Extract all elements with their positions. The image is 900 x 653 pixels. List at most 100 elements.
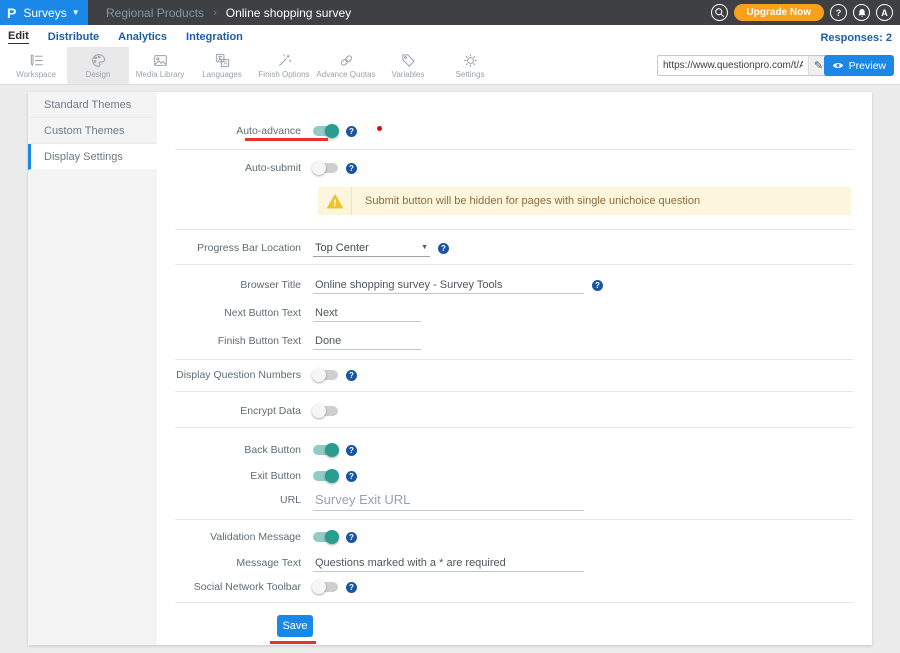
toolbar-item-media-library[interactable]: Media Library — [129, 47, 191, 84]
breadcrumb-parent[interactable]: Regional Products — [106, 6, 204, 20]
themes-sidebar: Standard Themes Custom Themes Display Se… — [28, 92, 157, 645]
help-button[interactable]: ? — [830, 4, 847, 21]
browser-title-help-icon[interactable]: ? — [592, 280, 603, 291]
toolbar-item-label: Advance Quotas — [316, 70, 375, 79]
encrypt-data-toggle[interactable] — [313, 406, 338, 416]
progress-bar-location-value: Top Center — [315, 242, 369, 254]
notifications-button[interactable] — [853, 4, 870, 21]
image-icon — [153, 53, 168, 68]
social-network-toolbar-help-icon[interactable]: ? — [346, 582, 357, 593]
exit-url-input[interactable] — [313, 489, 584, 511]
progress-bar-help-icon[interactable]: ? — [438, 243, 449, 254]
toolbar-item-label: Workspace — [16, 70, 56, 79]
message-text-label: Message Text — [175, 557, 301, 569]
exit-button-label: Exit Button — [175, 470, 301, 482]
eye-icon — [832, 61, 844, 70]
back-button-toggle[interactable] — [313, 445, 338, 455]
toolbar-item-settings[interactable]: Settings — [439, 47, 501, 84]
toolbar-item-advance-quotas[interactable]: Advance Quotas — [315, 47, 377, 84]
upgrade-now-button[interactable]: Upgrade Now — [734, 4, 824, 21]
browser-title-input[interactable] — [313, 276, 584, 294]
message-text-input[interactable] — [313, 554, 584, 572]
sidebar-item-standard-themes[interactable]: Standard Themes — [28, 92, 157, 118]
breadcrumb: Regional Products › Online shopping surv… — [88, 6, 711, 20]
exit-button-row: Exit Button ? — [175, 464, 854, 488]
social-network-toolbar-row: Social Network Toolbar ? — [175, 575, 854, 599]
toolbar-item-workspace[interactable]: Workspace — [5, 47, 67, 84]
warning-triangle-icon — [327, 194, 343, 209]
browser-title-row: Browser Title ? — [175, 271, 854, 299]
display-question-numbers-row: Display Question Numbers ? — [175, 361, 854, 389]
validation-message-toggle[interactable] — [313, 532, 338, 542]
toolbar-item-variables[interactable]: Variables — [377, 47, 439, 84]
back-button-help-icon[interactable]: ? — [346, 445, 357, 456]
social-network-toolbar-label: Social Network Toolbar — [175, 581, 301, 593]
auto-advance-toggle[interactable] — [313, 126, 338, 136]
surveys-menu[interactable]: P Surveys ▼ — [0, 0, 88, 25]
product-label: Surveys — [23, 6, 66, 20]
sidebar-item-custom-themes[interactable]: Custom Themes — [28, 118, 157, 144]
toolbar-item-label: Design — [86, 70, 111, 79]
progress-bar-location-row: Progress Bar Location Top Center ▼ ? — [175, 234, 854, 262]
progress-bar-location-label: Progress Bar Location — [175, 242, 301, 254]
gear-icon — [463, 53, 478, 68]
next-button-text-label: Next Button Text — [175, 307, 301, 319]
palette-icon — [91, 53, 106, 68]
save-button[interactable]: Save — [277, 615, 313, 637]
search-button[interactable] — [711, 4, 728, 21]
tab-edit[interactable]: Edit — [8, 30, 29, 44]
exit-button-help-icon[interactable]: ? — [346, 471, 357, 482]
survey-url-input[interactable] — [658, 60, 808, 71]
auto-submit-toggle[interactable] — [313, 163, 338, 173]
toolbar-item-finish-options[interactable]: Finish Options — [253, 47, 315, 84]
finish-button-text-input[interactable] — [313, 332, 421, 350]
encrypt-data-label: Encrypt Data — [175, 405, 301, 417]
toolbar-item-label: Settings — [456, 70, 485, 79]
auto-advance-label: Auto-advance — [175, 125, 301, 137]
chevron-down-icon: ▼ — [421, 244, 428, 251]
validation-message-label: Validation Message — [175, 531, 301, 543]
toolbar-item-label: Media Library — [136, 70, 184, 79]
submit-hidden-warning: Submit button will be hidden for pages w… — [318, 187, 851, 215]
validation-message-row: Validation Message ? — [175, 523, 854, 551]
back-button-row: Back Button ? — [175, 436, 854, 464]
top-bar: P Surveys ▼ Regional Products › Online s… — [0, 0, 900, 25]
design-toolbar: Workspace Design Media Library A Languag… — [0, 47, 900, 85]
avatar[interactable]: A — [876, 4, 893, 21]
auto-advance-row: Auto-advance ? — [175, 117, 854, 145]
workspace-icon — [29, 53, 44, 68]
social-network-toolbar-toggle[interactable] — [313, 582, 338, 592]
toolbar-item-languages[interactable]: A Languages — [191, 47, 253, 84]
page-background: Standard Themes Custom Themes Display Se… — [0, 86, 900, 653]
encrypt-data-row: Encrypt Data — [175, 397, 854, 425]
finish-button-text-row: Finish Button Text — [175, 327, 854, 355]
auto-submit-help-icon[interactable]: ? — [346, 163, 357, 174]
message-text-row: Message Text — [175, 551, 854, 575]
back-button-label: Back Button — [175, 444, 301, 456]
exit-button-toggle[interactable] — [313, 471, 338, 481]
finish-button-text-label: Finish Button Text — [175, 335, 301, 347]
preview-label: Preview — [849, 60, 886, 72]
sidebar-item-display-settings[interactable]: Display Settings — [28, 144, 157, 170]
translate-icon: A — [215, 53, 230, 68]
toolbar-item-design[interactable]: Design — [67, 47, 129, 84]
responses-count[interactable]: Responses: 2 — [820, 32, 892, 44]
magic-wand-icon — [277, 53, 292, 68]
validation-message-help-icon[interactable]: ? — [346, 532, 357, 543]
toolbar-item-label: Variables — [392, 70, 425, 79]
display-question-numbers-toggle[interactable] — [313, 370, 338, 380]
progress-bar-location-select[interactable]: Top Center ▼ — [313, 239, 430, 257]
tab-integration[interactable]: Integration — [186, 31, 243, 44]
annotation-underline-save — [270, 641, 316, 644]
browser-title-label: Browser Title — [175, 279, 301, 291]
tab-distribute[interactable]: Distribute — [48, 31, 99, 44]
preview-button[interactable]: Preview — [824, 55, 894, 76]
exit-url-row: URL — [175, 488, 854, 512]
next-button-text-input[interactable] — [313, 304, 421, 322]
auto-advance-help-icon[interactable]: ? — [346, 126, 357, 137]
tab-analytics[interactable]: Analytics — [118, 31, 167, 44]
auto-submit-label: Auto-submit — [175, 162, 301, 174]
survey-url-field: ✎ — [657, 55, 829, 76]
display-question-numbers-help-icon[interactable]: ? — [346, 370, 357, 381]
breadcrumb-current: Online shopping survey — [226, 6, 351, 20]
